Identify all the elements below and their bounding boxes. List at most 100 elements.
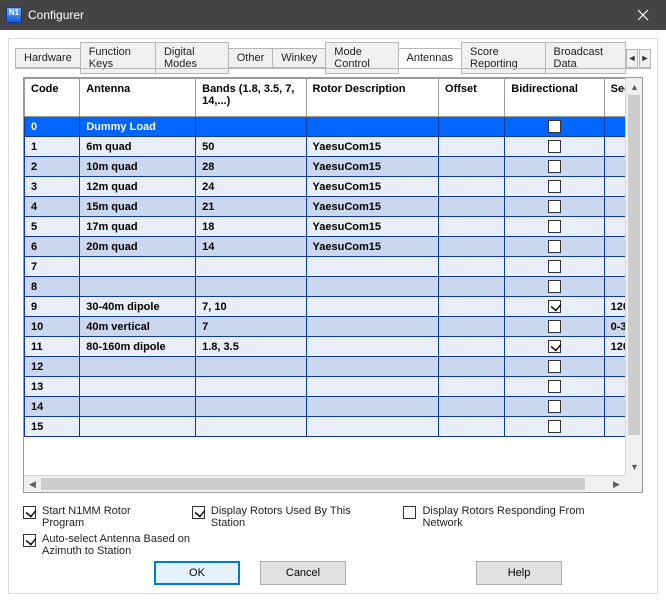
table-cell[interactable] xyxy=(604,397,625,417)
table-cell[interactable] xyxy=(604,117,625,137)
table-row[interactable]: 0Dummy Load xyxy=(25,117,626,137)
scroll-down-icon[interactable]: ▼ xyxy=(626,458,643,475)
table-cell[interactable]: 15 xyxy=(25,417,80,437)
table-cell[interactable] xyxy=(439,237,505,257)
table-cell[interactable] xyxy=(306,257,438,277)
checkbox-icon[interactable] xyxy=(403,506,416,519)
table-row[interactable]: 210m quad28YaesuCom15 xyxy=(25,157,626,177)
table-cell[interactable]: 24 xyxy=(196,177,306,197)
table-row[interactable]: 415m quad21YaesuCom15 xyxy=(25,197,626,217)
table-cell[interactable] xyxy=(505,117,604,137)
tab-score-reporting[interactable]: Score Reporting xyxy=(461,42,545,74)
table-cell[interactable] xyxy=(306,377,438,397)
tab-mode-control[interactable]: Mode Control xyxy=(325,42,398,74)
table-cell[interactable] xyxy=(306,357,438,377)
column-header[interactable]: Bidirectional xyxy=(505,79,604,117)
table-cell[interactable]: 12m quad xyxy=(80,177,196,197)
table-cell[interactable]: 120-240 xyxy=(604,297,625,317)
table-cell[interactable] xyxy=(196,417,306,437)
table-cell[interactable]: YaesuCom15 xyxy=(306,217,438,237)
table-cell[interactable] xyxy=(439,317,505,337)
bidirectional-checkbox[interactable] xyxy=(548,340,561,353)
column-header[interactable]: Rotor Description xyxy=(306,79,438,117)
table-cell[interactable]: 8 xyxy=(25,277,80,297)
table-cell[interactable] xyxy=(604,237,625,257)
table-cell[interactable] xyxy=(604,137,625,157)
table-row[interactable]: 620m quad14YaesuCom15 xyxy=(25,237,626,257)
table-cell[interactable]: Dummy Load xyxy=(80,117,196,137)
table-cell[interactable]: 14 xyxy=(196,237,306,257)
table-cell[interactable] xyxy=(439,157,505,177)
table-cell[interactable]: 15m quad xyxy=(80,197,196,217)
table-cell[interactable] xyxy=(604,377,625,397)
antenna-grid[interactable]: CodeAntennaBands (1.8, 3.5, 7, 14,...)Ro… xyxy=(24,78,625,437)
help-button[interactable]: Help xyxy=(476,561,562,585)
column-header[interactable]: Offset xyxy=(439,79,505,117)
table-cell[interactable] xyxy=(505,157,604,177)
bidirectional-checkbox[interactable] xyxy=(548,140,561,153)
table-cell[interactable]: 7 xyxy=(196,317,306,337)
table-cell[interactable]: 30-40m dipole xyxy=(80,297,196,317)
table-cell[interactable]: 1.8, 3.5 xyxy=(196,337,306,357)
table-cell[interactable]: 4 xyxy=(25,197,80,217)
table-cell[interactable]: 13 xyxy=(25,377,80,397)
vertical-scrollbar[interactable]: ▲ ▼ xyxy=(625,78,642,475)
bidirectional-checkbox[interactable] xyxy=(548,160,561,173)
table-cell[interactable]: 3 xyxy=(25,177,80,197)
table-cell[interactable]: 10m quad xyxy=(80,157,196,177)
tabs-scroll-right[interactable]: ► xyxy=(639,49,651,68)
table-cell[interactable]: 7 xyxy=(25,257,80,277)
table-cell[interactable] xyxy=(439,257,505,277)
table-cell[interactable]: 50 xyxy=(196,137,306,157)
table-cell[interactable]: 12 xyxy=(25,357,80,377)
table-cell[interactable] xyxy=(306,117,438,137)
table-row[interactable]: 8 xyxy=(25,277,626,297)
tab-broadcast-data[interactable]: Broadcast Data xyxy=(545,42,626,74)
table-cell[interactable] xyxy=(505,417,604,437)
table-cell[interactable]: 120-240 xyxy=(604,337,625,357)
table-cell[interactable] xyxy=(80,257,196,277)
table-cell[interactable]: YaesuCom15 xyxy=(306,237,438,257)
table-cell[interactable]: YaesuCom15 xyxy=(306,137,438,157)
bidirectional-checkbox[interactable] xyxy=(548,280,561,293)
table-cell[interactable]: 7, 10 xyxy=(196,297,306,317)
table-cell[interactable]: 11 xyxy=(25,337,80,357)
table-cell[interactable] xyxy=(505,277,604,297)
opt-start-rotor[interactable]: Start N1MM Rotor Program xyxy=(23,505,174,529)
checkbox-icon[interactable] xyxy=(23,506,36,519)
bidirectional-checkbox[interactable] xyxy=(548,200,561,213)
table-cell[interactable] xyxy=(439,337,505,357)
table-cell[interactable] xyxy=(306,297,438,317)
table-cell[interactable] xyxy=(306,397,438,417)
table-cell[interactable]: 5 xyxy=(25,217,80,237)
table-cell[interactable]: 10 xyxy=(25,317,80,337)
tab-winkey[interactable]: Winkey xyxy=(272,48,326,68)
table-cell[interactable] xyxy=(505,377,604,397)
bidirectional-checkbox[interactable] xyxy=(548,240,561,253)
table-cell[interactable]: 20m quad xyxy=(80,237,196,257)
table-cell[interactable]: 2 xyxy=(25,157,80,177)
tabs-scroll-left[interactable]: ◄ xyxy=(626,49,638,68)
table-cell[interactable] xyxy=(196,277,306,297)
tab-antennas[interactable]: Antennas xyxy=(398,48,462,68)
horizontal-scrollbar[interactable]: ◀ ▶ xyxy=(24,475,625,492)
column-header[interactable]: Antenna xyxy=(80,79,196,117)
tab-hardware[interactable]: Hardware xyxy=(15,48,81,68)
table-cell[interactable]: 80-160m dipole xyxy=(80,337,196,357)
table-cell[interactable] xyxy=(505,217,604,237)
table-cell[interactable] xyxy=(306,337,438,357)
column-header[interactable]: Sector xyxy=(604,79,625,117)
table-cell[interactable]: 6 xyxy=(25,237,80,257)
table-cell[interactable]: 21 xyxy=(196,197,306,217)
table-cell[interactable] xyxy=(306,277,438,297)
tab-function-keys[interactable]: Function Keys xyxy=(80,42,156,74)
table-cell[interactable] xyxy=(505,257,604,277)
table-cell[interactable] xyxy=(439,297,505,317)
table-cell[interactable] xyxy=(196,117,306,137)
scroll-thumb-horizontal[interactable] xyxy=(41,478,585,490)
table-row[interactable]: 312m quad24YaesuCom15 xyxy=(25,177,626,197)
tab-digital-modes[interactable]: Digital Modes xyxy=(155,42,229,74)
scroll-up-icon[interactable]: ▲ xyxy=(626,78,643,95)
table-cell[interactable] xyxy=(80,277,196,297)
table-cell[interactable] xyxy=(604,417,625,437)
